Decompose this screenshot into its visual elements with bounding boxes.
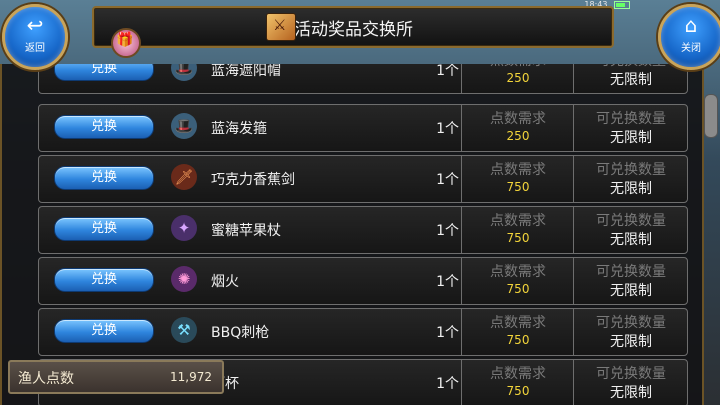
staff-icon: ✦ — [171, 215, 197, 241]
spear-icon: ⚒ — [171, 317, 197, 343]
list-item: 兑换 🎩 蓝海发箍 1个 点数需求 250 可兑换数量 无限制 — [38, 104, 688, 152]
item-quantity: 1个 — [436, 274, 459, 290]
limit-cell: 可兑换数量 无限制 — [573, 64, 688, 93]
points-value: 250 — [506, 129, 530, 143]
close-button[interactable]: ⌂ 关闭 — [658, 4, 720, 70]
exchange-button[interactable]: 兑换 — [54, 166, 154, 190]
points-cell: 点数需求 750 — [461, 360, 574, 405]
title-bar: 活动奖品交换所 — [92, 6, 614, 48]
sword-icon: 🗡 — [171, 164, 197, 190]
points-display: 渔人点数 11,972 — [8, 360, 224, 394]
list-item: 兑换 🗡 巧克力香蕉剑 1个 点数需求 750 可兑换数量 无限制 — [38, 155, 688, 203]
exchange-button[interactable]: 兑换 — [54, 268, 154, 292]
exchange-button[interactable]: 兑换 — [54, 217, 154, 241]
limit-value: 无限制 — [610, 334, 652, 350]
item-quantity: 1个 — [436, 64, 459, 79]
limit-cell: 可兑换数量 无限制 — [573, 207, 688, 253]
points-label: 点数需求 — [490, 264, 546, 280]
item-quantity: 1个 — [436, 172, 459, 188]
item-name: 烟火 — [211, 274, 239, 290]
limit-cell: 可兑换数量 无限制 — [573, 105, 688, 151]
item-list-panel[interactable]: 兑换 🎩 蓝海遮阳帽 1个 点数需求 250 可兑换数量 无限制 兑换 🎩 蓝海… — [0, 64, 704, 405]
hat-icon: 🎩 — [171, 64, 197, 81]
limit-label: 可兑换数量 — [596, 213, 666, 229]
back-arrow-icon: ↩ — [26, 13, 44, 37]
points-label: 点数需求 — [490, 111, 546, 127]
exchange-button[interactable]: 兑换 — [54, 64, 154, 81]
item-name: 蓝海发箍 — [211, 121, 267, 137]
points-label: 渔人点数 — [18, 371, 74, 387]
firework-icon: ✺ — [171, 266, 197, 292]
item-name: 蜜糖苹果杖 — [211, 223, 281, 239]
back-button[interactable]: ↩ 返回 — [2, 4, 68, 70]
item-name: 蓝海遮阳帽 — [211, 64, 281, 79]
limit-label: 可兑换数量 — [596, 366, 666, 382]
item-quantity: 1个 — [436, 376, 459, 392]
list-item: 兑换 ✺ 烟火 1个 点数需求 750 可兑换数量 无限制 — [38, 257, 688, 305]
item-quantity: 1个 — [436, 325, 459, 341]
points-cell: 点数需求 750 — [461, 309, 574, 355]
limit-cell: 可兑换数量 无限制 — [573, 156, 688, 202]
limit-label: 可兑换数量 — [596, 315, 666, 331]
points-label: 点数需求 — [490, 366, 546, 382]
points-cell: 点数需求 250 — [461, 64, 574, 93]
points-cell: 点数需求 750 — [461, 258, 574, 304]
points-value: 750 — [506, 180, 530, 194]
points-cell: 点数需求 750 — [461, 207, 574, 253]
points-label: 点数需求 — [490, 213, 546, 229]
limit-value: 无限制 — [610, 130, 652, 146]
points-value: 250 — [506, 71, 530, 85]
shop-icon — [266, 13, 296, 41]
item-quantity: 1个 — [436, 121, 459, 137]
limit-cell: 可兑换数量 无限制 — [573, 309, 688, 355]
points-value: 750 — [506, 282, 530, 296]
item-quantity: 1个 — [436, 223, 459, 239]
points-label: 点数需求 — [490, 162, 546, 178]
limit-label: 可兑换数量 — [596, 162, 666, 178]
home-icon: ⌂ — [684, 13, 698, 37]
points-value: 750 — [506, 384, 530, 398]
item-name: 巧克力香蕉剑 — [211, 172, 295, 188]
limit-value: 无限制 — [610, 232, 652, 248]
close-label: 关闭 — [681, 43, 701, 54]
exchange-button[interactable]: 兑换 — [54, 319, 154, 343]
exchange-button[interactable]: 兑换 — [54, 115, 154, 139]
limit-label: 可兑换数量 — [596, 111, 666, 127]
limit-value: 无限制 — [610, 72, 652, 88]
list-item: 兑换 ⚒ BBQ刺枪 1个 点数需求 750 可兑换数量 无限制 — [38, 308, 688, 356]
points-label: 点数需求 — [490, 315, 546, 331]
points-label: 点数需求 — [462, 64, 574, 70]
list-item: 兑换 ✦ 蜜糖苹果杖 1个 点数需求 750 可兑换数量 无限制 — [38, 206, 688, 254]
points-value: 11,972 — [170, 370, 212, 384]
points-value: 750 — [506, 231, 530, 245]
limit-value: 无限制 — [610, 181, 652, 197]
battery-icon — [614, 0, 630, 9]
list-item: 兑换 🎩 蓝海遮阳帽 1个 点数需求 250 可兑换数量 无限制 — [38, 64, 688, 94]
limit-cell: 可兑换数量 无限制 — [573, 258, 688, 304]
points-cell: 点数需求 250 — [461, 105, 574, 151]
gift-icon[interactable] — [111, 28, 141, 58]
hat-icon: 🎩 — [171, 113, 197, 139]
scrollbar-thumb[interactable] — [704, 94, 718, 138]
limit-label: 可兑换数量 — [596, 264, 666, 280]
limit-value: 无限制 — [610, 283, 652, 299]
page-title: 活动奖品交换所 — [294, 20, 413, 40]
back-label: 返回 — [25, 43, 45, 54]
limit-value: 无限制 — [610, 385, 652, 401]
limit-cell: 可兑换数量 无限制 — [573, 360, 688, 405]
item-name: BBQ刺枪 — [211, 325, 270, 341]
points-cell: 点数需求 750 — [461, 156, 574, 202]
points-value: 750 — [506, 333, 530, 347]
